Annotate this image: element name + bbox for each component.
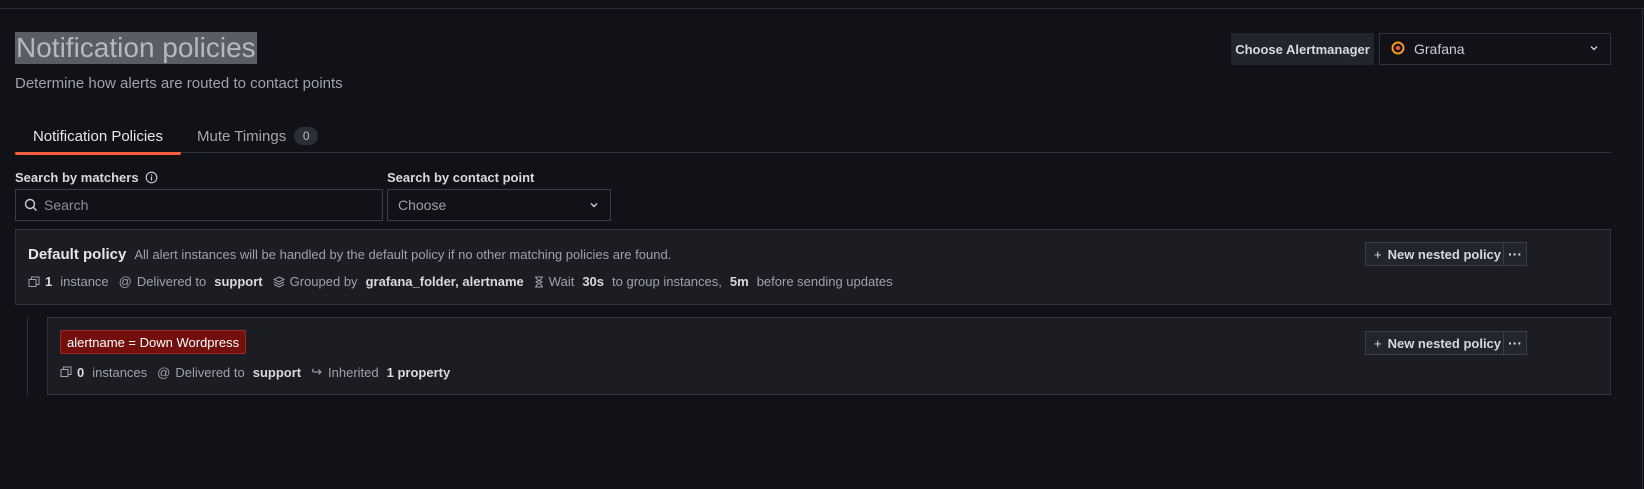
timing-meta: Wait 30s to group instances, 5m before s… [534, 274, 893, 289]
instance-count: 1 [45, 274, 53, 289]
grouped-meta: Grouped by grafana_folder, alertname [272, 274, 524, 289]
wait-prefix: Wait [548, 274, 575, 289]
chevron-down-icon [588, 199, 600, 211]
instances-meta[interactable]: 1 instance [28, 274, 109, 289]
default-policy-card: Default policy All alert instances will … [15, 229, 1611, 305]
info-icon[interactable] [145, 171, 158, 184]
new-nested-policy-button[interactable]: + New nested policy [1365, 242, 1511, 266]
alertmanager-select[interactable]: Grafana [1379, 33, 1611, 65]
contact-point-select[interactable]: Choose [387, 189, 611, 221]
corner-arrow-icon: ↪ [311, 364, 323, 379]
policy-tabs: Notification Policies Mute Timings 0 [15, 119, 1611, 155]
group-wait-value: 30s [582, 274, 605, 289]
search-icon [24, 198, 38, 212]
page-subtitle: Determine how alerts are routed to conta… [15, 75, 343, 92]
more-options-button[interactable]: ··· [1503, 242, 1527, 266]
nested-policy-meta: 0 instances @ Delivered to support ↪ Inh… [60, 364, 460, 380]
default-policy-title: Default policy [28, 246, 127, 263]
hourglass-icon [534, 276, 543, 287]
page-title: Notification policies [15, 32, 257, 64]
grouped-prefix: Grouped by [289, 274, 358, 289]
tab-mute-timings[interactable]: Mute Timings 0 [197, 119, 319, 153]
new-nested-policy-label: New nested policy [1387, 335, 1502, 351]
inherited-meta[interactable]: ↪ Inherited 1 property [311, 364, 450, 380]
search-matchers-label: Search by matchers [15, 170, 158, 185]
default-policy-header: Default policy All alert instances will … [28, 246, 671, 263]
tab-label: Notification Policies [32, 127, 164, 145]
more-options-button[interactable]: ··· [1503, 331, 1527, 355]
layers-icon [60, 366, 72, 377]
inherited-value: 1 property [386, 364, 451, 380]
alertmanager-selected-value: Grafana [1414, 41, 1465, 57]
grafana-logo-icon [1390, 40, 1406, 59]
right-border [1642, 8, 1643, 489]
at-icon: @ [157, 364, 171, 380]
nested-policy-card: alertname = Down Wordpress 0 instances @… [47, 317, 1611, 395]
search-contact-point-label: Search by contact point [387, 170, 535, 185]
default-policy-description: All alert instances will be handled by t… [134, 247, 672, 262]
chevron-down-icon [1588, 41, 1600, 57]
tab-label: Mute Timings [197, 127, 287, 145]
tab-notification-policies[interactable]: Notification Policies [15, 119, 181, 155]
contact-point-select-value: Choose [398, 197, 447, 213]
matcher-tag: alertname = Down Wordpress [60, 330, 247, 354]
delivered-prefix: Delivered to [175, 364, 245, 380]
search-matchers-input-wrapper[interactable] [15, 189, 383, 221]
inherited-prefix: Inherited [328, 364, 379, 380]
instances-meta[interactable]: 0 instances [60, 365, 147, 380]
at-icon: @ [118, 274, 132, 289]
layers-icon [28, 276, 40, 287]
mute-timings-count-badge: 0 [294, 127, 319, 145]
stack-icon [272, 275, 285, 288]
delivered-prefix: Delivered to [136, 274, 207, 289]
top-border [0, 8, 1644, 9]
group-interval-value: 5m [729, 274, 749, 289]
contact-point-link[interactable]: support [214, 274, 262, 289]
instance-label: instances [92, 364, 148, 380]
new-nested-policy-button[interactable]: + New nested policy [1365, 331, 1511, 355]
wait-suffix: before sending updates [756, 274, 893, 289]
policy-tree-connector [27, 317, 28, 396]
delivered-meta: @ Delivered to support [157, 365, 301, 380]
delivered-meta: @ Delivered to support [119, 274, 263, 289]
search-matchers-input[interactable] [44, 197, 364, 213]
search-matchers-label-text: Search by matchers [15, 170, 139, 185]
new-nested-policy-label: New nested policy [1387, 246, 1502, 262]
active-tab-indicator [15, 152, 181, 155]
wait-mid-text: to group instances, [612, 274, 722, 289]
plus-icon: + [1374, 335, 1382, 351]
choose-alertmanager-label: Choose Alertmanager [1231, 33, 1374, 65]
plus-icon: + [1374, 246, 1382, 262]
contact-point-link[interactable]: support [253, 365, 301, 380]
instance-label: instance [60, 274, 109, 289]
grouped-by-labels: grafana_folder, alertname [365, 274, 524, 289]
instance-count: 0 [77, 364, 85, 380]
default-policy-meta: 1 instance @ Delivered to support Groupe… [28, 274, 903, 289]
